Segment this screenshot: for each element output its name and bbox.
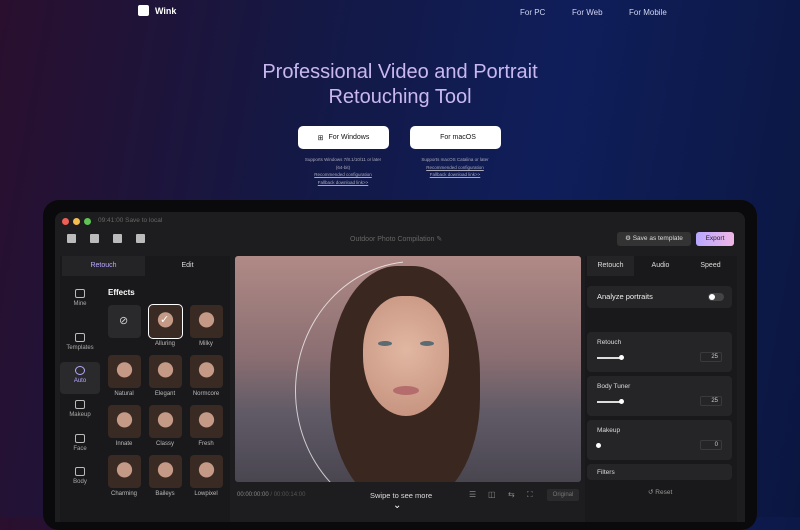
adjust-panel: Body Tuner 25 [587,376,732,416]
effect-thumb[interactable] [108,355,141,388]
tab-speed[interactable]: Speed [687,256,734,276]
effect-label: Classy [155,441,174,447]
filters-panel[interactable]: Filters [587,464,732,480]
hero-title: Professional Video and Portrait Retouchin… [262,61,538,108]
adjust-slider[interactable] [597,398,624,404]
adjust-slider[interactable] [597,354,624,360]
pr-icon[interactable] [136,234,145,243]
effect-label: Baileys [155,491,175,497]
sidebar-item-mine[interactable]: Mine [60,289,100,307]
swipe-hint: Swipe to see more [370,491,433,500]
check-icon: ✓ [160,314,170,326]
save-as-template-button[interactable]: ⚙ Save as template [617,232,691,246]
effect-label: Fresh [198,441,214,447]
maximize-dot[interactable] [84,218,91,225]
tab-retouch-left[interactable]: Retouch [62,256,145,276]
export-button[interactable]: Export [696,232,734,246]
effect-thumb[interactable] [149,405,182,438]
auto-face-icon [75,366,85,375]
home-icon[interactable] [67,234,76,243]
effect-thumb[interactable] [190,455,223,488]
adjust-slider[interactable] [596,442,601,448]
close-dot[interactable] [62,218,69,225]
effect-label: Lowpixel [194,491,218,497]
tab-retouch-right[interactable]: Retouch [587,256,634,276]
effect-thumb[interactable] [149,355,182,388]
none-icon: ⊘ [119,315,129,327]
effect-label: Elegant [154,391,176,397]
file-add-icon[interactable] [113,234,122,243]
original-toggle[interactable]: Original [547,489,579,501]
nav-for-mobile[interactable]: For Mobile [629,8,667,17]
windows-icon: ⊞ [317,134,324,142]
analyze-portraits-row: Analyze portraits [587,286,732,308]
windows-config-link[interactable]: Recommended configuration [288,171,398,179]
panel-label: Retouch [597,339,622,346]
value-input[interactable]: 25 [700,352,722,362]
reset-button[interactable]: ↺ Reset [648,488,672,496]
panel-label: Body Tuner [597,383,631,390]
chevron-down-icon[interactable]: ⌄ [393,500,401,511]
value-input[interactable]: 25 [700,396,722,406]
effects-title: Effects [108,288,135,297]
download-windows-button[interactable]: ⊞ For Windows [298,126,389,149]
value-input[interactable]: 0 [700,440,722,450]
folder-icon[interactable] [90,234,99,243]
effect-label: Natural [114,391,134,397]
panel-label: Makeup [597,427,621,434]
sidebar-item-makeup[interactable]: Makeup [60,400,100,418]
preview-image [235,256,581,482]
project-title[interactable]: Outdoor Photo Compilation ✎ [350,235,442,243]
folder-icon [75,289,85,298]
app-window: 09:41:00 Save to local Outdoor Photo Com… [55,212,745,522]
tab-edit[interactable]: Edit [145,256,230,276]
brand-logo[interactable]: Wink [138,5,176,16]
effect-thumb[interactable] [108,405,141,438]
effect-thumb[interactable] [190,305,223,338]
macos-notes: Supports macOS Catalina or later Recommen… [400,156,510,179]
layers-icon [75,333,85,342]
list-icon[interactable]: ☰ [469,490,476,499]
effect-thumb[interactable] [190,355,223,388]
analyze-toggle[interactable] [708,293,724,301]
sidebar-item-face[interactable]: Face [60,434,100,452]
effect-label: Innate [115,441,133,447]
timecode: 00:00:00:00 / 00:00:14:00 [237,492,306,498]
minimize-dot[interactable] [73,218,80,225]
effect-thumb[interactable]: ✓ [148,304,183,339]
sidebar-item-auto[interactable]: Auto [60,362,100,394]
brand-name: Wink [155,5,177,16]
compare-icon[interactable]: ◫ [488,490,496,499]
sidebar-item-body[interactable]: Body [60,467,100,485]
windows-fallback-link[interactable]: Fallback download link>> [288,179,398,187]
adjust-panel: Retouch 25 [587,332,732,372]
face-icon [75,434,85,443]
nav-for-web[interactable]: For Web [572,8,603,17]
effect-label: Milky [199,341,213,347]
brush-icon [75,400,85,409]
effect-thumb[interactable] [108,455,141,488]
macos-config-link[interactable]: Recommended configuration [400,164,510,172]
sidebar-item-templates[interactable]: Templates [60,333,100,351]
fullscreen-icon[interactable]: ⛶ [527,490,533,500]
nav-for-pc[interactable]: For PC [520,8,545,17]
windows-notes: Supports Windows 7/8.1/10/11 or later (6… [288,156,398,186]
save-status: 09:41:00 Save to local [98,217,163,224]
adjust-panel: Makeup 0 [587,420,732,460]
effect-label: Normcore [192,391,220,397]
tab-audio[interactable]: Audio [637,256,684,276]
adjust-icon[interactable]: ⇆ [508,490,515,499]
effect-label: Alluring [154,341,175,347]
effect-thumb[interactable] [149,455,182,488]
no-effect-button[interactable]: ⊘ [108,305,141,338]
download-macos-button[interactable]: For macOS [410,126,501,149]
wink-logo-icon [138,5,149,16]
macos-fallback-link[interactable]: Fallback download link>> [400,171,510,179]
body-icon [75,467,85,476]
effect-thumb[interactable] [190,405,223,438]
effect-label: Charming [110,491,137,497]
